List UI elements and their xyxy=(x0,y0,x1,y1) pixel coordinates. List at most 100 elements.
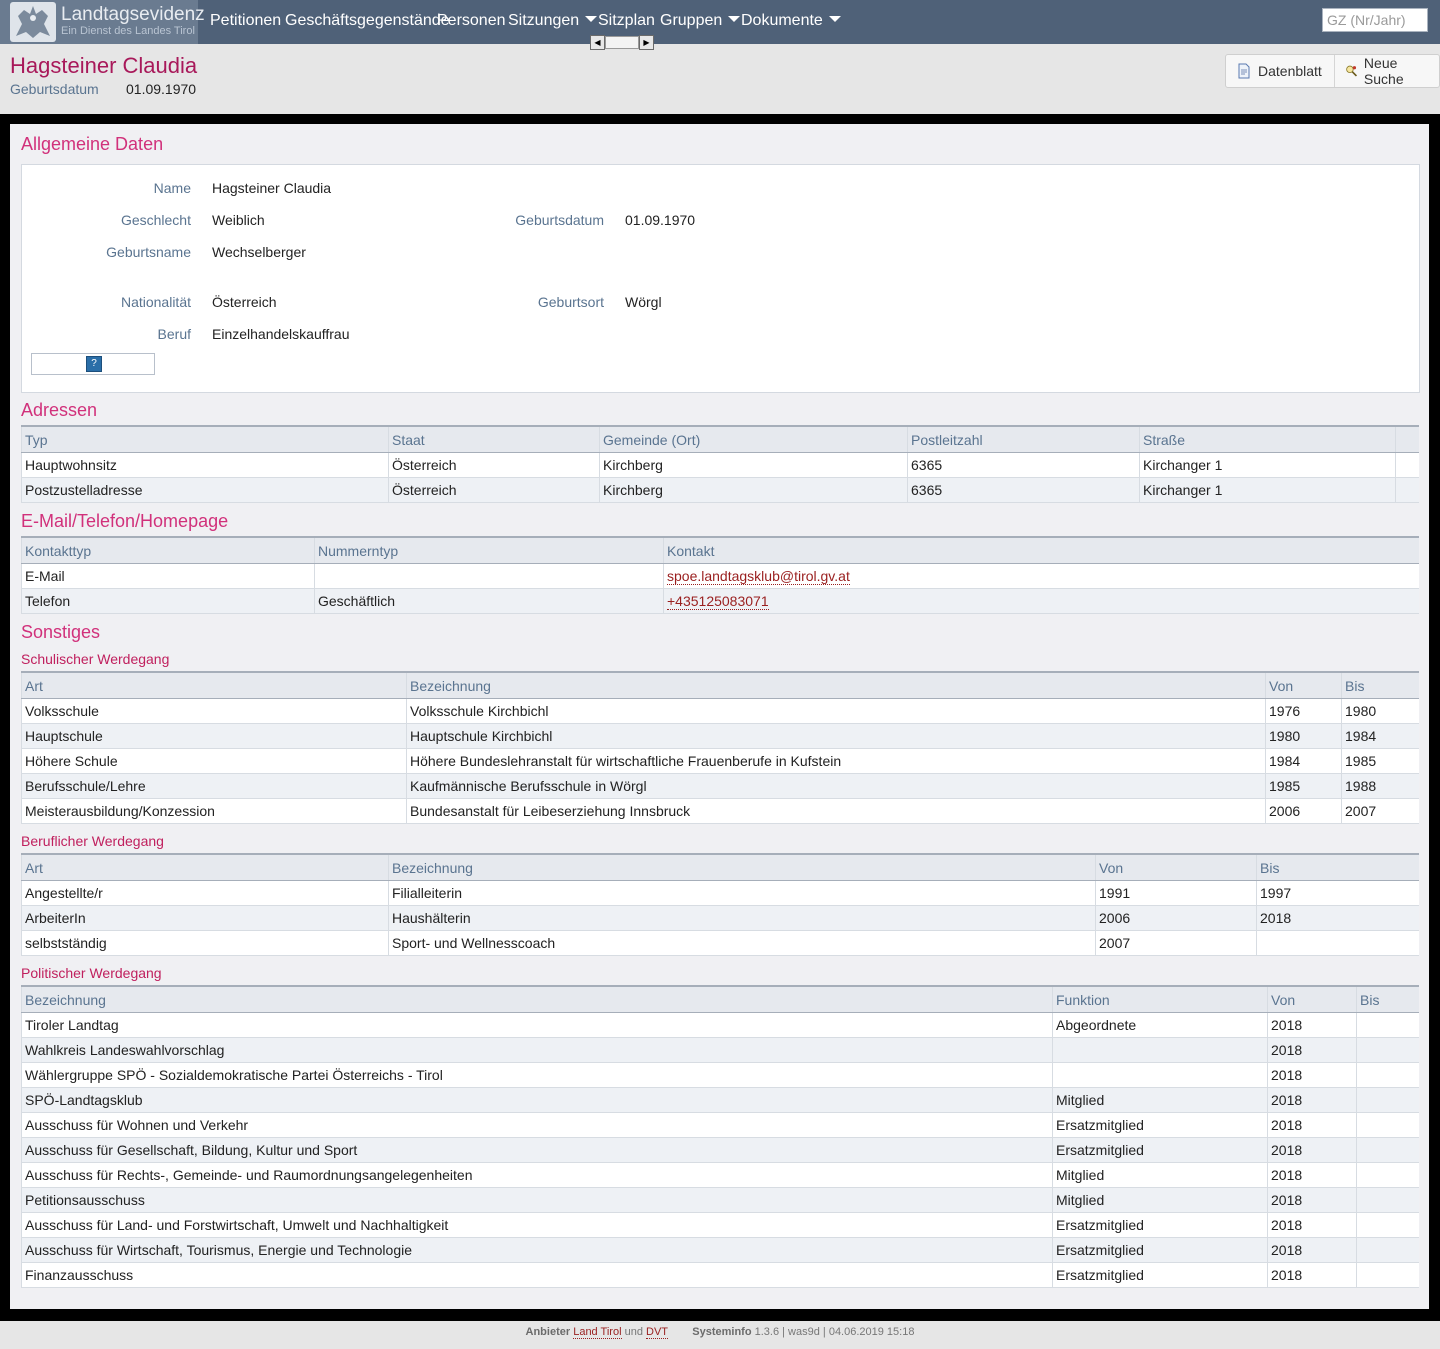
nav-petitionen[interactable]: Petitionen xyxy=(210,0,281,44)
table-row: SPÖ-Landtagsklub Mitglied 2018 xyxy=(21,1087,1419,1113)
nav-personen[interactable]: Personen xyxy=(437,0,506,44)
table-row: selbstständig Sport- und Wellnesscoach 200… xyxy=(21,930,1419,956)
col-header[interactable]: Kontakttyp xyxy=(21,536,315,564)
table-row: Ausschuss für Wirtschaft, Tourismus, Ene… xyxy=(21,1237,1419,1263)
col-header[interactable]: Straße xyxy=(1139,425,1396,453)
col-header[interactable]: Funktion xyxy=(1052,985,1268,1013)
career-table: Art Bezeichnung Von Bis Angestellte/r Fil… xyxy=(21,853,1419,956)
cell: 1984 xyxy=(1265,748,1342,774)
col-header[interactable]: Bis xyxy=(1256,853,1419,881)
nav-label: Sitzplan xyxy=(598,12,655,29)
cell: ArbeiterIn xyxy=(21,905,389,931)
col-header[interactable]: Nummerntyp xyxy=(314,536,664,564)
cell: Telefon xyxy=(21,588,315,614)
cell: Ausschuss für Rechts-, Gemeinde- und Rau… xyxy=(21,1162,1053,1188)
cell xyxy=(1356,1212,1419,1238)
cell: Kirchberg xyxy=(599,477,908,503)
cell: 1980 xyxy=(1265,723,1342,749)
cell: Hauptschule xyxy=(21,723,407,749)
help-icon[interactable]: ? xyxy=(86,356,102,372)
cell: Volksschule xyxy=(21,698,407,724)
col-header[interactable]: Kontakt xyxy=(663,536,1419,564)
cell: Mitglied xyxy=(1052,1162,1268,1188)
col-header[interactable]: Bezeichnung xyxy=(406,671,1266,699)
search-person-icon xyxy=(1346,65,1357,77)
table-row: Tiroler Landtag Abgeordnete 2018 xyxy=(21,1012,1419,1038)
scroll-track[interactable] xyxy=(605,36,639,49)
table-header-row: Kontakttyp Nummerntyp Kontakt xyxy=(21,536,1419,564)
col-header[interactable]: Bezeichnung xyxy=(21,985,1053,1013)
nav-label: Geschäftsgegenstände xyxy=(285,12,450,29)
cell: 2006 xyxy=(1265,798,1342,824)
cell: Hauptschule Kirchbichl xyxy=(406,723,1266,749)
cell: 1991 xyxy=(1095,880,1257,906)
cell: 2018 xyxy=(1267,1212,1357,1238)
col-header[interactable]: Staat xyxy=(388,425,600,453)
email-link[interactable]: spoe.landtagsklub@tirol.gv.at xyxy=(667,568,850,585)
cell: Mitglied xyxy=(1052,1087,1268,1113)
cell: Tiroler Landtag xyxy=(21,1012,1053,1038)
help-field[interactable]: ? xyxy=(31,353,155,375)
cell: Bundesanstalt für Leibeserziehung Innsbr… xyxy=(406,798,1266,824)
cell xyxy=(1356,1237,1419,1263)
cell: 2018 xyxy=(1267,1237,1357,1263)
cell: 6365 xyxy=(907,477,1140,503)
cell xyxy=(314,563,664,589)
cell: 2018 xyxy=(1267,1162,1357,1188)
contacts-table: Kontakttyp Nummerntyp Kontakt E-Mail spo… xyxy=(21,536,1419,614)
horizontal-scrollbar[interactable]: ◀ ▶ xyxy=(590,35,654,50)
neue-suche-button[interactable]: Neue Suche xyxy=(1333,55,1439,87)
brand-subtitle: Ein Dienst des Landes Tirol xyxy=(61,25,195,37)
cell: 2018 xyxy=(1267,1187,1357,1213)
nationality-value: Österreich xyxy=(212,294,277,310)
cell xyxy=(1356,1012,1419,1038)
section-title-general: Allgemeine Daten xyxy=(21,134,164,154)
col-header[interactable]: Art xyxy=(21,853,389,881)
birthname-value: Wechselberger xyxy=(212,244,306,260)
brand[interactable]: Landtagsevidenz Ein Dienst des Landes Ti… xyxy=(0,0,205,44)
cell: SPÖ-Landtagsklub xyxy=(21,1087,1053,1113)
scroll-right-arrow-icon[interactable]: ▶ xyxy=(639,35,654,50)
nav-dokumente[interactable]: Dokumente xyxy=(741,0,841,44)
cell: Kirchanger 1 xyxy=(1139,452,1396,478)
cell: Abgeordnete xyxy=(1052,1012,1268,1038)
col-header[interactable]: Typ xyxy=(21,425,389,453)
politics-table: Bezeichnung Funktion Von Bis Tiroler Lan… xyxy=(21,985,1419,1288)
col-header[interactable]: Gemeinde (Ort) xyxy=(599,425,908,453)
datenblatt-button[interactable]: Datenblatt xyxy=(1226,55,1334,87)
birthplace-value: Wörgl xyxy=(625,294,662,310)
job-value: Einzelhandelskauffrau xyxy=(212,326,350,342)
section-title-addresses: Adressen xyxy=(21,400,98,420)
phone-link[interactable]: +435125083071 xyxy=(667,593,769,610)
cell: 1980 xyxy=(1341,698,1419,724)
table-row: ArbeiterIn Haushälterin 2006 2018 xyxy=(21,905,1419,931)
nav-sitzungen[interactable]: Sitzungen xyxy=(508,0,598,44)
nav-geschaeftsgegenstaende[interactable]: Geschäftsgegenstände xyxy=(285,0,450,44)
col-header[interactable]: Von xyxy=(1267,985,1357,1013)
nav-gruppen[interactable]: Gruppen xyxy=(660,0,741,44)
table-row: Ausschuss für Rechts-, Gemeinde- und Rau… xyxy=(21,1162,1419,1188)
col-header[interactable]: Von xyxy=(1095,853,1257,881)
col-header[interactable]: Bis xyxy=(1341,671,1419,699)
footer-link-dvt[interactable]: DVT xyxy=(646,1326,668,1339)
header-dob-label: Geburtsdatum xyxy=(10,81,99,97)
gz-search-input[interactable] xyxy=(1322,8,1428,32)
footer-link-land-tirol[interactable]: Land Tirol xyxy=(573,1326,622,1339)
col-header[interactable]: Von xyxy=(1265,671,1342,699)
cell: 2018 xyxy=(1256,905,1419,931)
cell: Geschäftlich xyxy=(314,588,664,614)
col-header[interactable]: Postleitzahl xyxy=(907,425,1140,453)
col-header[interactable]: Bezeichnung xyxy=(388,853,1096,881)
general-data-box: Name Hagsteiner Claudia Geschlecht Weibl… xyxy=(21,164,1420,393)
school-table: Art Bezeichnung Von Bis Volksschule Volks… xyxy=(21,671,1419,824)
cell: Ausschuss für Wohnen und Verkehr xyxy=(21,1112,1053,1138)
cell: Haushälterin xyxy=(388,905,1096,931)
cell xyxy=(1356,1262,1419,1288)
subsection-title-career: Beruflicher Werdegang xyxy=(21,833,164,849)
cell: Sport- und Wellnesscoach xyxy=(388,930,1096,956)
scroll-left-arrow-icon[interactable]: ◀ xyxy=(590,35,605,50)
cell: Postzustelladresse xyxy=(21,477,389,503)
col-header[interactable]: Art xyxy=(21,671,407,699)
col-header[interactable]: Bis xyxy=(1356,985,1419,1013)
cell: 2018 xyxy=(1267,1012,1357,1038)
